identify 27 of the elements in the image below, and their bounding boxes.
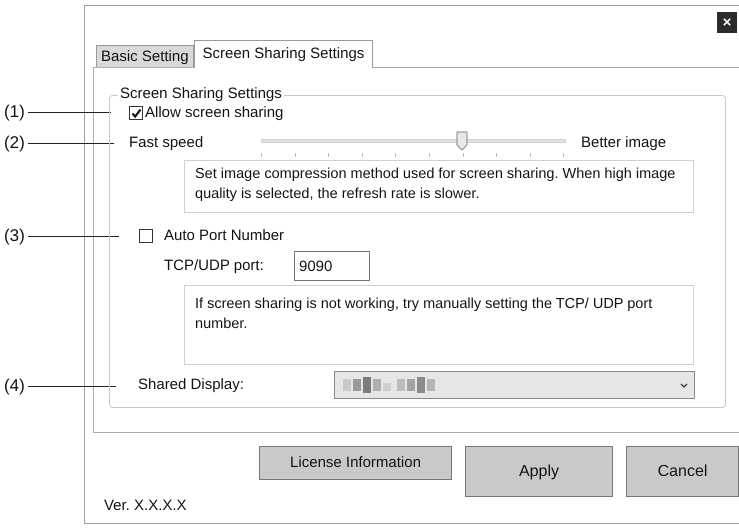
tab[interactable]: Screen Sharing Settings <box>194 40 374 68</box>
group-title: Screen Sharing Settings <box>118 85 284 103</box>
dialog-button[interactable]: Apply <box>465 446 613 497</box>
compression-description: Set image compression method used for screen sharing. When high image quality is selected, the refresh rate is slower. <box>184 160 694 213</box>
callout-label: (3) <box>4 226 25 246</box>
port-description: If screen sharing is not working, try manually setting the TCP/ UDP port number. <box>184 285 694 365</box>
slider-thumb[interactable] <box>456 131 468 151</box>
callout-label: (1) <box>4 102 25 122</box>
tab[interactable]: Basic Setting <box>96 45 194 67</box>
callout-label: (4) <box>4 376 25 396</box>
port-label: TCP/UDP port: <box>164 256 265 276</box>
slider-max-label: Better image <box>581 132 666 153</box>
checkbox-label: Auto Port Number <box>164 226 284 246</box>
port-input-field[interactable]: 9090 <box>294 251 370 281</box>
close-button[interactable]: × <box>717 12 737 33</box>
checkbox-label: Allow screen sharing <box>145 102 284 123</box>
shared-display-label: Shared Display: <box>138 374 245 395</box>
version-text: Ver. X.X.X.X <box>104 496 187 516</box>
chevron-down-icon <box>680 382 688 388</box>
display-dropdown[interactable] <box>334 371 695 399</box>
checkbox[interactable] <box>129 106 143 120</box>
slider-min-label: Fast speed <box>129 132 204 153</box>
dialog-button[interactable]: Cancel <box>626 446 739 497</box>
checkmark-icon <box>130 108 142 118</box>
callout-label: (2) <box>4 133 25 153</box>
checkbox[interactable] <box>139 229 153 243</box>
dialog-button[interactable]: License Information <box>259 446 452 480</box>
